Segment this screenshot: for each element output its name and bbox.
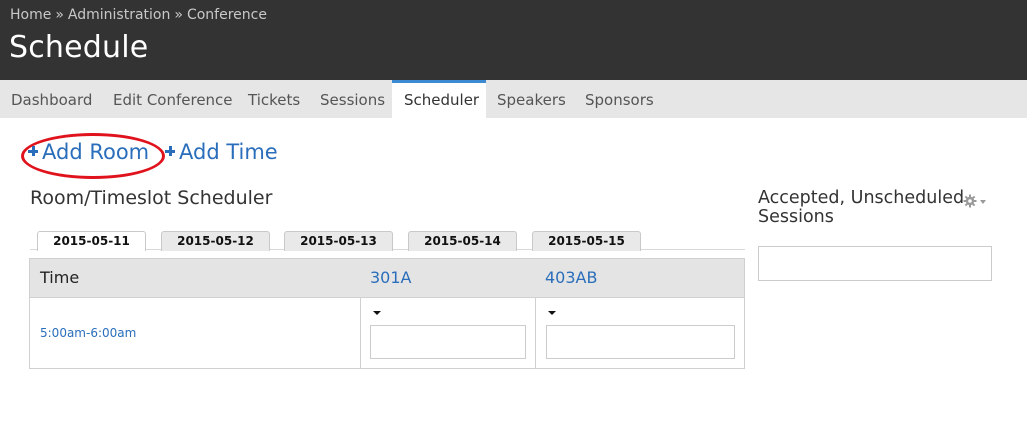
plus-icon [165, 146, 175, 156]
date-tab-2015-05-13[interactable]: 2015-05-13 [284, 231, 393, 251]
caret-down-icon[interactable] [548, 311, 556, 315]
tab-scheduler[interactable]: Scheduler [392, 80, 486, 118]
breadcrumb-separator: » [55, 7, 64, 23]
column-header-room-301a[interactable]: 301A [370, 268, 411, 287]
column-divider [535, 298, 536, 369]
schedule-table-header: Time 301A 403AB [30, 259, 744, 298]
tab-speakers[interactable]: Speakers [497, 80, 566, 118]
unscheduled-sessions-title: Accepted, Unscheduled Sessions [758, 188, 965, 227]
timeslot-link[interactable]: 5:00am-6:00am [40, 326, 136, 340]
date-tab-2015-05-12[interactable]: 2015-05-12 [161, 231, 270, 251]
date-tab-2015-05-11[interactable]: 2015-05-11 [37, 231, 146, 251]
add-room-button[interactable]: Add Room [28, 140, 149, 164]
tab-sponsors[interactable]: Sponsors [585, 80, 654, 118]
scheduler-title: Room/Timeslot Scheduler [30, 187, 273, 209]
session-slot-input-301a[interactable] [370, 325, 526, 359]
plus-icon [28, 146, 38, 156]
admin-tab-bar: Dashboard Edit Conference Tickets Sessio… [0, 80, 1027, 118]
gear-menu-button[interactable] [963, 193, 989, 208]
gear-icon [963, 194, 986, 208]
date-tab-2015-05-15[interactable]: 2015-05-15 [532, 231, 641, 251]
date-tab-2015-05-14[interactable]: 2015-05-14 [408, 231, 517, 251]
tab-tickets[interactable]: Tickets [248, 80, 300, 118]
unscheduled-sessions-dropzone[interactable] [758, 246, 992, 281]
page-header: Home» Administration» Conference Schedule [0, 0, 1027, 80]
session-slot-input-403ab[interactable] [546, 325, 735, 359]
caret-down-icon[interactable] [373, 311, 381, 315]
column-divider [360, 298, 361, 369]
breadcrumb: Home» Administration» Conference [10, 7, 267, 23]
breadcrumb-separator: » [174, 7, 183, 23]
tab-edit-conference[interactable]: Edit Conference [113, 80, 233, 118]
breadcrumb-administration[interactable]: Administration [68, 7, 170, 23]
column-header-time: Time [40, 268, 80, 287]
schedule-table: Time 301A 403AB 5:00am-6:00am [29, 258, 745, 369]
add-time-button[interactable]: Add Time [165, 140, 278, 164]
page-title: Schedule [9, 30, 149, 65]
tab-sessions[interactable]: Sessions [320, 80, 385, 118]
add-time-label: Add Time [179, 140, 278, 164]
tab-dashboard[interactable]: Dashboard [11, 80, 92, 118]
breadcrumb-conference[interactable]: Conference [187, 7, 267, 23]
add-room-label: Add Room [42, 140, 150, 164]
breadcrumb-home[interactable]: Home [10, 7, 51, 23]
column-header-room-403ab[interactable]: 403AB [545, 268, 597, 287]
